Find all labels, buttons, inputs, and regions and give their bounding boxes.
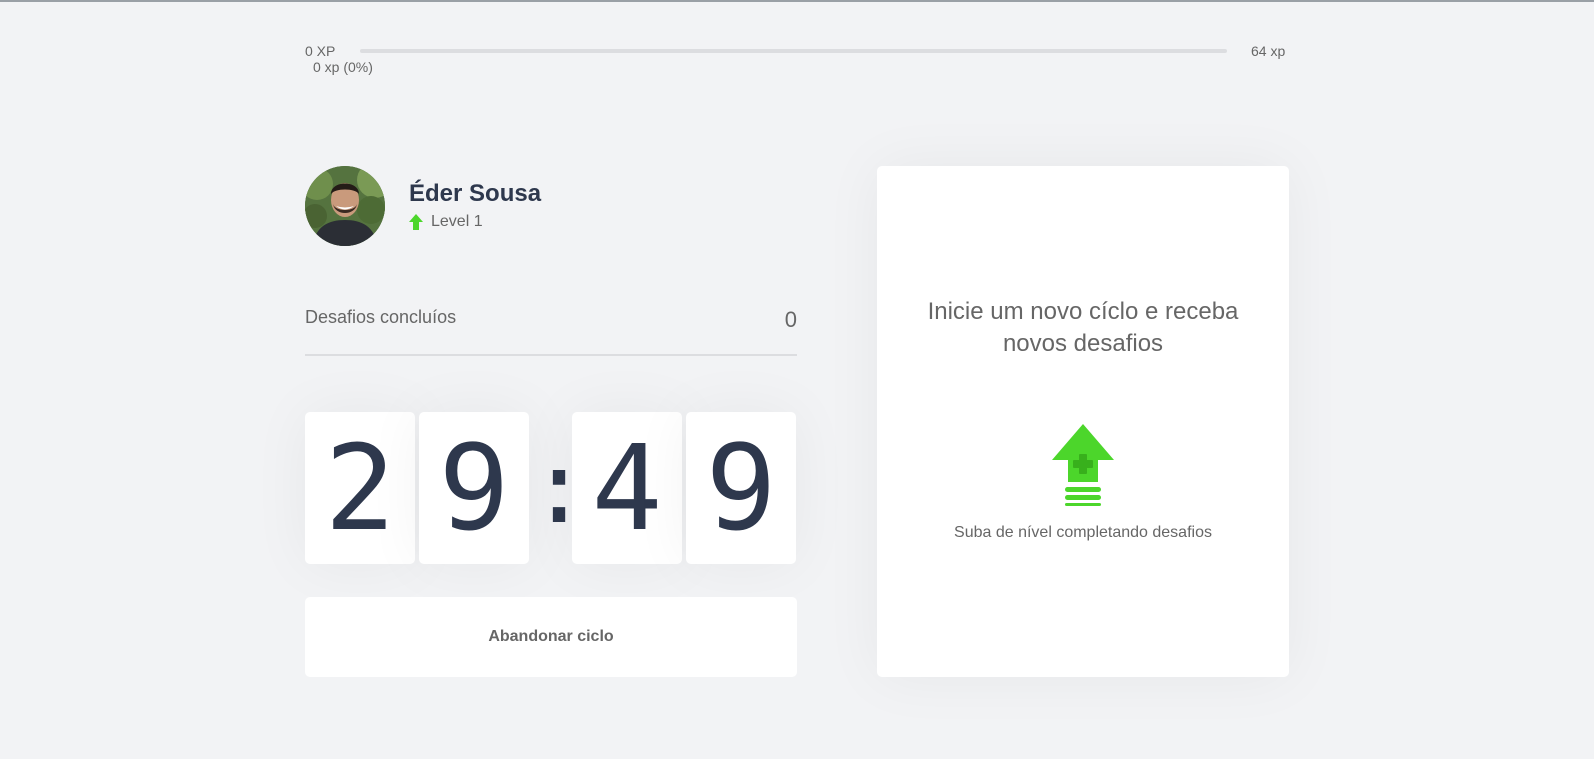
countdown-separator: : — [529, 429, 590, 546]
completed-challenges-count: 0 — [784, 307, 797, 332]
xp-progress-bar — [360, 49, 1227, 53]
abandon-cycle-button[interactable]: Abandonar ciclo — [305, 597, 797, 677]
top-border — [0, 0, 1594, 2]
challenge-box-title: Inicie um novo cíclo e receba novos desa… — [927, 298, 1239, 357]
avatar-image — [305, 166, 385, 246]
challenge-box: Inicie um novo cíclo e receba novos desa… — [877, 166, 1289, 677]
profile-name: Éder Sousa — [409, 180, 542, 207]
level-label: Level 1 — [431, 213, 483, 230]
countdown-second-ones: 9 — [686, 412, 796, 564]
challenge-box-hint: Suba de nível completando desafios — [954, 524, 1212, 541]
countdown-minute-tens: 2 — [305, 412, 415, 564]
xp-min-label: 0 XP — [305, 43, 336, 59]
level-up-icon — [1052, 424, 1114, 506]
completed-challenges: Desafios concluíos 0 — [305, 300, 797, 356]
countdown: 2 9 : 4 9 — [305, 412, 797, 564]
level-up-arrow-icon — [409, 214, 423, 230]
profile-level: Level 1 — [409, 213, 483, 231]
completed-challenges-label: Desafios concluíos — [305, 307, 457, 327]
countdown-second-tens: 4 — [572, 412, 682, 564]
avatar — [305, 166, 385, 246]
countdown-minute-ones: 9 — [419, 412, 529, 564]
xp-current-label: 0 xp (0%) — [313, 59, 373, 75]
xp-max-label: 64 xp — [1251, 43, 1286, 59]
